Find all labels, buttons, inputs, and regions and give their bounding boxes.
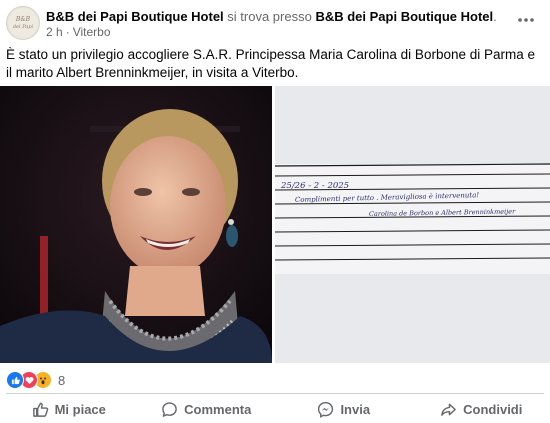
post-place: Viterbo bbox=[72, 25, 111, 39]
meta-separator: · bbox=[65, 25, 70, 39]
comment-label: Commenta bbox=[184, 401, 252, 417]
send-button[interactable]: Invia bbox=[275, 396, 413, 422]
post-header: B&B dei Papi B&B dei Papi Boutique Hotel… bbox=[0, 0, 550, 42]
more-options-button[interactable] bbox=[514, 10, 538, 30]
svg-text:dei Papi: dei Papi bbox=[13, 24, 34, 30]
share-icon bbox=[441, 403, 456, 416]
like-icon bbox=[6, 371, 24, 389]
portrait-photo[interactable] bbox=[0, 86, 272, 363]
reaction-summary[interactable]: 8 bbox=[6, 371, 65, 389]
comment-button[interactable]: Commenta bbox=[138, 396, 276, 422]
action-bar: Mi piace Commenta Invia Condividi bbox=[0, 396, 550, 422]
post-caption: È stato un privilegio accogliere S.A.R. … bbox=[6, 47, 536, 80]
page-name-link[interactable]: B&B dei Papi Boutique Hotel bbox=[46, 9, 224, 24]
send-label: Invia bbox=[340, 401, 371, 417]
thumbs-up-icon bbox=[32, 402, 48, 417]
comment-icon bbox=[162, 401, 177, 417]
location-link[interactable]: B&B dei Papi Boutique Hotel bbox=[315, 9, 493, 24]
more-icon bbox=[518, 18, 534, 22]
like-button[interactable]: Mi piace bbox=[0, 396, 138, 422]
photo-grid: 25/26 - 2 - 2025 Complimenti per tutto .… bbox=[0, 86, 550, 363]
location-suffix: . bbox=[493, 9, 497, 24]
guestbook-photo[interactable]: 25/26 - 2 - 2025 Complimenti per tutto .… bbox=[275, 86, 550, 363]
author-line: B&B dei Papi Boutique Hotel si trova pre… bbox=[46, 9, 497, 25]
post-meta: 2 h · Viterbo bbox=[46, 25, 111, 39]
share-label: Condividi bbox=[463, 401, 523, 417]
share-button[interactable]: Condividi bbox=[413, 396, 550, 422]
post-time[interactable]: 2 h bbox=[46, 25, 63, 39]
reaction-count: 8 bbox=[58, 372, 66, 388]
location-connector: si trova presso bbox=[227, 9, 312, 24]
actions-divider bbox=[6, 393, 544, 394]
svg-text:B&B: B&B bbox=[15, 16, 31, 23]
messenger-icon bbox=[318, 401, 334, 418]
guestbook-date: 25/26 - 2 - 2025 bbox=[280, 181, 349, 191]
like-label: Mi piace bbox=[54, 401, 106, 417]
page-avatar[interactable]: B&B dei Papi bbox=[6, 6, 40, 40]
